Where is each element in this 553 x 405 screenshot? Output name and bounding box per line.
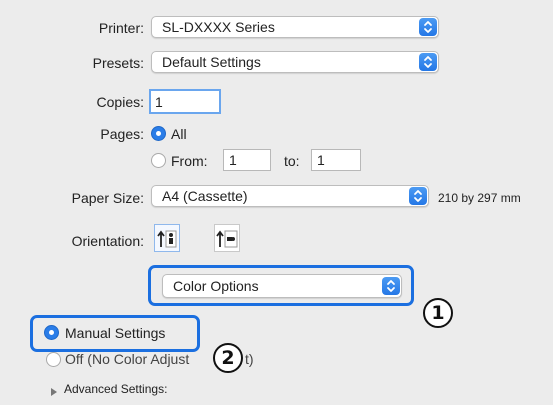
pages-from-value: 1 [229, 152, 237, 168]
callout-badge-1: 1 [423, 298, 453, 328]
printer-label: Printer: [98, 20, 144, 36]
callout-badge-2: 2 [213, 343, 243, 373]
paper-size-popup[interactable]: A4 (Cassette) [151, 185, 429, 207]
pages-from-radio[interactable] [151, 153, 166, 168]
chevron-updown-icon [382, 277, 400, 295]
pages-from-field[interactable]: 1 [223, 149, 271, 171]
printer-value: SL-DXXXX Series [162, 19, 275, 35]
orientation-portrait-button[interactable] [154, 224, 180, 252]
chevron-updown-icon [419, 18, 437, 36]
chevron-updown-icon [409, 187, 427, 205]
paper-size-dimensions: 210 by 297 mm [438, 191, 521, 205]
pages-all-label: All [171, 126, 187, 142]
copies-value: 1 [155, 94, 163, 110]
off-no-color-adjust-label-tail: t) [245, 351, 254, 367]
portrait-person-icon [157, 230, 177, 248]
copies-label: Copies: [96, 94, 144, 110]
disclosure-triangle-icon[interactable] [50, 384, 58, 400]
paper-size-label: Paper Size: [71, 190, 144, 206]
copies-field[interactable]: 1 [149, 89, 221, 114]
paper-size-value: A4 (Cassette) [162, 188, 248, 204]
pages-label: Pages: [100, 126, 144, 142]
presets-popup[interactable]: Default Settings [151, 51, 439, 73]
presets-label: Presets: [92, 55, 144, 71]
printer-popup[interactable]: SL-DXXXX Series [151, 16, 439, 38]
landscape-person-icon [216, 230, 238, 248]
section-popup[interactable]: Color Options [162, 274, 402, 298]
presets-value: Default Settings [162, 54, 261, 70]
orientation-label: Orientation: [71, 233, 144, 249]
manual-settings-radio[interactable] [44, 325, 59, 340]
advanced-settings-label: Advanced Settings: [64, 382, 168, 396]
pages-to-value: 1 [317, 152, 325, 168]
off-no-color-adjust-label: Off (No Color Adjust [65, 351, 190, 367]
manual-settings-label: Manual Settings [65, 325, 166, 341]
pages-from-label: From: [171, 153, 208, 169]
chevron-updown-icon [419, 53, 437, 71]
pages-all-radio[interactable] [151, 126, 166, 141]
section-popup-value: Color Options [173, 278, 259, 294]
pages-to-label: to: [284, 153, 300, 169]
off-no-color-adjust-radio[interactable] [46, 352, 61, 367]
pages-to-field[interactable]: 1 [311, 149, 361, 171]
orientation-landscape-button[interactable] [214, 224, 240, 252]
